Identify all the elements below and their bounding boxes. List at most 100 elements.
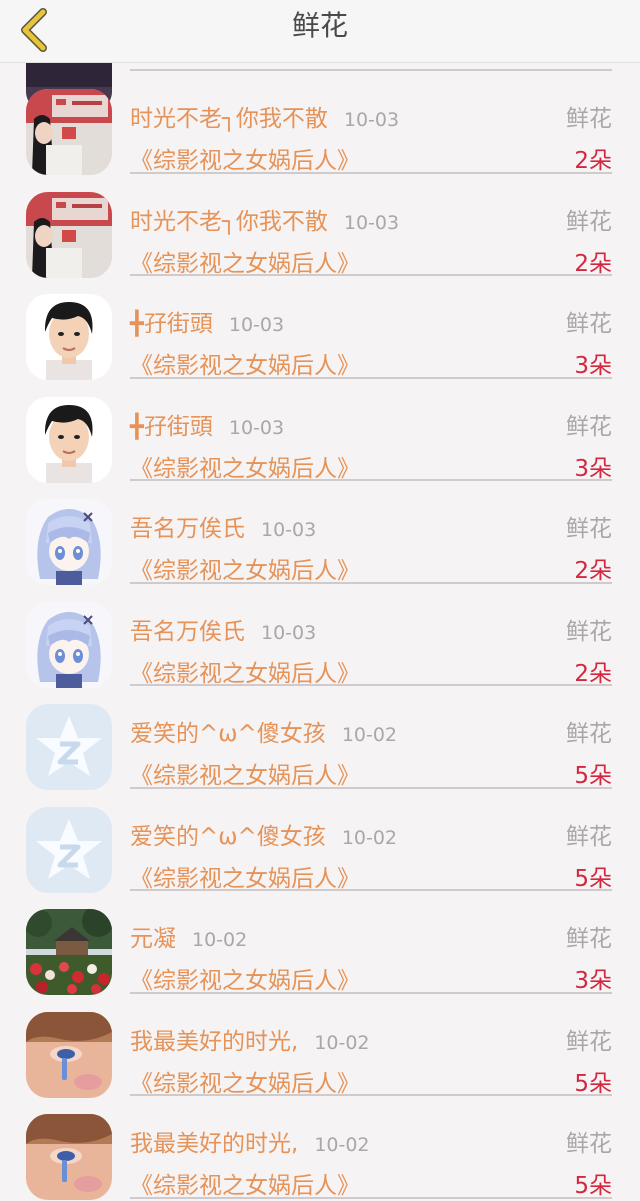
book-title-link[interactable]: 《综影视之女娲后人》 bbox=[130, 141, 360, 175]
user-name: 我最美好的时光, 10-02 bbox=[130, 1124, 370, 1158]
date: 10-03 bbox=[228, 416, 285, 439]
list-item-partial bbox=[0, 27, 640, 113]
girl-photo-avatar bbox=[26, 89, 112, 175]
book-title-link[interactable]: 《综影视之女娲后人》 bbox=[130, 859, 360, 893]
flower-count: 2朵 bbox=[574, 250, 612, 277]
book-title-link[interactable]: 《综影视之女娲后人》 bbox=[130, 346, 360, 380]
list-item[interactable]: 元凝 10-02 鲜花 《综影视之女娲后人》 3朵 bbox=[0, 891, 640, 995]
book-title-link[interactable]: 《综影视之女娲后人》 bbox=[130, 961, 360, 995]
user-name: 元凝 10-02 bbox=[130, 919, 247, 953]
date: 10-02 bbox=[341, 724, 398, 746]
list-item[interactable]: 我最美好的时光, 10-02 鲜花 《综影视之女娲后人》 5朵 bbox=[0, 1096, 640, 1200]
list-item[interactable]: 爱笑的^ω^傻女孩 10-02 鲜花 《综影视之女娲后人》 5朵 bbox=[0, 789, 640, 893]
user-name: 时光不老┐你我不散 10-03 bbox=[130, 99, 399, 133]
flower-count: 5朵 bbox=[574, 1173, 612, 1199]
user-name-text: ╋孖街頭 bbox=[130, 311, 213, 337]
date: 10-03 bbox=[261, 519, 317, 541]
boy-avatar bbox=[26, 396, 112, 483]
user-name-text: 吾名万俟氏 bbox=[130, 618, 245, 645]
flower-count: 2朵 bbox=[574, 660, 612, 687]
flower-count: 2朵 bbox=[574, 148, 612, 174]
user-name: ╋孖街頭 10-03 bbox=[130, 407, 284, 441]
page-title: 鲜花 bbox=[291, 9, 348, 42]
date: 10-02 bbox=[314, 1031, 370, 1054]
gift-type: 鲜花 bbox=[566, 413, 612, 440]
gift-type: 鲜花 bbox=[566, 311, 612, 337]
book-title-link[interactable]: 《综影视之女娲后人》 bbox=[130, 551, 360, 585]
anime-girl-avatar bbox=[26, 601, 112, 688]
gift-type: 鲜花 bbox=[566, 926, 612, 952]
date: 10-03 bbox=[261, 621, 317, 644]
date: 10-03 bbox=[228, 314, 285, 336]
list-item[interactable]: 时光不老┐你我不散 10-03 鲜花 《综影视之女娲后人》 2朵 bbox=[0, 174, 640, 278]
user-name: 吾名万俟氏 10-03 bbox=[130, 509, 316, 543]
date: 10-02 bbox=[314, 1134, 370, 1156]
avatar[interactable] bbox=[26, 1011, 112, 1098]
user-name-text: 爱笑的^ω^傻女孩 bbox=[130, 721, 326, 747]
user-name: ╋孖街頭 10-03 bbox=[130, 304, 284, 338]
avatar[interactable] bbox=[26, 294, 112, 380]
user-name: 我最美好的时光, 10-02 bbox=[130, 1022, 370, 1056]
user-name: 爱笑的^ω^傻女孩 10-02 bbox=[130, 714, 397, 748]
crying-face-avatar bbox=[26, 1114, 112, 1200]
book-title-link[interactable]: 《综影视之女娲后人》 bbox=[130, 1064, 360, 1098]
qq-default-avatar bbox=[26, 806, 112, 893]
avatar[interactable] bbox=[26, 89, 112, 175]
gift-type: 鲜花 bbox=[566, 721, 612, 747]
flower-record-list: 时光不老┐你我不散 10-03 鲜花 《综影视之女娲后人》 2朵 时光不老┐你我不… bbox=[0, 27, 640, 1200]
anime-girl-avatar bbox=[26, 499, 112, 585]
user-name: 吾名万俟氏 10-03 bbox=[130, 612, 316, 646]
avatar[interactable] bbox=[26, 704, 112, 790]
list-item[interactable]: ╋孖街頭 10-03 鲜花 《综影视之女娲后人》 3朵 bbox=[0, 276, 640, 380]
flower-count: 5朵 bbox=[574, 1070, 612, 1097]
list-item[interactable]: 我最美好的时光, 10-02 鲜花 《综影视之女娲后人》 5朵 bbox=[0, 994, 640, 1098]
date: 10-03 bbox=[343, 109, 400, 131]
gift-type: 鲜花 bbox=[566, 106, 612, 132]
list-item[interactable]: 吾名万俟氏 10-03 鲜花 《综影视之女娲后人》 2朵 bbox=[0, 481, 640, 585]
gift-type: 鲜花 bbox=[566, 516, 612, 542]
girl-photo-avatar bbox=[26, 191, 112, 278]
qq-default-avatar bbox=[26, 704, 112, 790]
gift-type: 鲜花 bbox=[566, 823, 612, 850]
user-name-text: 我最美好的时光, bbox=[130, 1028, 299, 1055]
flower-count: 5朵 bbox=[574, 763, 612, 789]
avatar[interactable] bbox=[26, 806, 112, 893]
user-name-text: 元凝 bbox=[130, 926, 176, 952]
flower-count: 3朵 bbox=[574, 353, 612, 379]
user-name-text: 时光不老┐你我不散 bbox=[130, 208, 328, 235]
list-item[interactable]: 吾名万俟氏 10-03 鲜花 《综影视之女娲后人》 2朵 bbox=[0, 584, 640, 688]
user-name-text: 爱笑的^ω^傻女孩 bbox=[130, 823, 326, 850]
date: 10-02 bbox=[192, 929, 248, 951]
book-title-link[interactable]: 《综影视之女娲后人》 bbox=[130, 244, 360, 278]
flower-count: 3朵 bbox=[574, 455, 612, 482]
gift-type: 鲜花 bbox=[566, 1131, 612, 1157]
list-item[interactable]: ╋孖街頭 10-03 鲜花 《综影视之女娲后人》 3朵 bbox=[0, 379, 640, 483]
avatar[interactable] bbox=[26, 396, 112, 483]
divider bbox=[130, 1196, 612, 1199]
flower-count: 3朵 bbox=[574, 968, 612, 994]
avatar[interactable] bbox=[26, 499, 112, 585]
gift-type: 鲜花 bbox=[566, 1028, 612, 1055]
date: 10-03 bbox=[343, 211, 400, 234]
list-item[interactable]: 爱笑的^ω^傻女孩 10-02 鲜花 《综影视之女娲后人》 5朵 bbox=[0, 686, 640, 790]
list-item[interactable]: 时光不老┐你我不散 10-03 鲜花 《综影视之女娲后人》 2朵 bbox=[0, 71, 640, 175]
book-title-link[interactable]: 《综影视之女娲后人》 bbox=[130, 1166, 360, 1200]
user-name-text: 我最美好的时光, bbox=[130, 1131, 299, 1157]
user-name-text: 时光不老┐你我不散 bbox=[130, 106, 328, 132]
avatar[interactable] bbox=[26, 601, 112, 688]
book-title-link[interactable]: 《综影视之女娲后人》 bbox=[130, 756, 360, 790]
gift-type: 鲜花 bbox=[566, 618, 612, 645]
boy-avatar bbox=[26, 294, 112, 380]
avatar[interactable] bbox=[26, 1114, 112, 1200]
header-bar: 鲜花 bbox=[0, 0, 640, 63]
date: 10-02 bbox=[341, 826, 398, 849]
avatar[interactable] bbox=[26, 909, 112, 995]
avatar[interactable] bbox=[26, 191, 112, 278]
flower-count: 2朵 bbox=[574, 558, 612, 584]
book-title-link[interactable]: 《综影视之女娲后人》 bbox=[130, 654, 360, 688]
garden-house-avatar bbox=[26, 909, 112, 995]
book-title-link[interactable]: 《综影视之女娲后人》 bbox=[130, 449, 360, 483]
user-name: 爱笑的^ω^傻女孩 10-02 bbox=[130, 817, 397, 851]
gift-type: 鲜花 bbox=[566, 208, 612, 235]
user-name-text: ╋孖街頭 bbox=[130, 413, 213, 440]
